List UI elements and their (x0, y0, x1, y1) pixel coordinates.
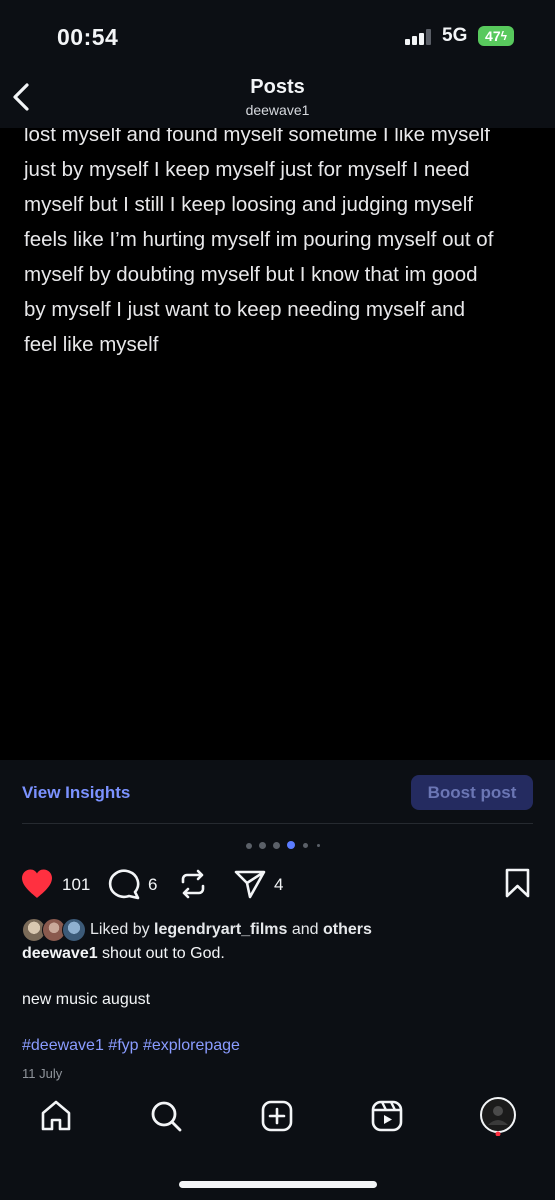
likes-count[interactable]: 101 (62, 875, 90, 895)
caption: deewave1 shout out to God. (22, 945, 225, 963)
liked-by-and: and (287, 921, 324, 938)
signal-icon (405, 29, 431, 45)
network-label: 5G (442, 25, 468, 46)
post-text-line: feel like myself (24, 333, 159, 356)
liked-by-row[interactable]: Liked by legendryart_films and others (22, 917, 542, 943)
nav-create[interactable] (257, 1096, 297, 1136)
insights-bar: View Insights Boost post (0, 760, 555, 824)
status-time: 00:54 (57, 24, 119, 50)
carousel-dot (317, 844, 320, 847)
battery-level: 47 (485, 28, 501, 44)
liked-by-username[interactable]: legendryart_films (154, 921, 287, 938)
caption-text: shout out to God. (97, 945, 225, 962)
post-text-line: just by myself I keep myself just for my… (24, 158, 470, 181)
bookmark-icon[interactable] (504, 868, 531, 898)
reels-icon (371, 1100, 403, 1132)
liked-by-text: Liked by legendryart_films and others (90, 921, 372, 939)
caption-body: new music august (22, 991, 151, 1008)
carousel-indicator (246, 840, 326, 850)
repost-icon[interactable] (177, 868, 209, 900)
posts-header: Posts deewave1 (0, 70, 555, 128)
shares-count[interactable]: 4 (274, 875, 283, 895)
post-actions: 101 6 4 (0, 860, 555, 908)
share-send-icon[interactable] (233, 868, 267, 900)
post-image[interactable]: lost myself and found myself sometime I … (0, 128, 555, 760)
liked-by-prefix: Liked by (90, 921, 155, 938)
nav-reels[interactable] (367, 1096, 407, 1136)
post-date: 11 July (22, 1066, 63, 1081)
nav-home[interactable] (36, 1096, 76, 1136)
comment-icon[interactable] (107, 868, 141, 900)
page-subtitle-username[interactable]: deewave1 (0, 102, 555, 118)
avatar (62, 918, 86, 942)
home-icon (41, 1100, 71, 1131)
carousel-dot (246, 843, 252, 849)
plus-square-icon (261, 1100, 293, 1132)
carousel-dot (303, 843, 308, 848)
nav-search[interactable] (146, 1096, 186, 1136)
post-text-line: by myself I just want to keep needing my… (24, 298, 465, 321)
comments-count[interactable]: 6 (148, 875, 157, 895)
boost-post-button[interactable]: Boost post (411, 775, 533, 810)
nav-profile[interactable] (478, 1096, 518, 1136)
post-text-line: myself but I still I keep loosing and ju… (24, 193, 473, 216)
carousel-dot (259, 842, 266, 849)
search-icon (151, 1101, 182, 1132)
profile-avatar (480, 1097, 516, 1136)
page-title: Posts (250, 76, 305, 98)
liked-by-others[interactable]: others (323, 921, 372, 938)
liker-avatars (22, 917, 88, 943)
view-insights-link[interactable]: View Insights (22, 783, 130, 803)
caption-username[interactable]: deewave1 (22, 945, 98, 962)
carousel-dot (273, 842, 280, 849)
heart-icon[interactable] (20, 868, 54, 899)
post-text: lost myself and found myself sometime I … (24, 128, 544, 362)
post-text-line: myself by doubting myself but I know tha… (24, 263, 478, 286)
hashtags[interactable]: #deewave1 #fyp #explorepage (22, 1037, 240, 1055)
home-indicator (179, 1181, 377, 1188)
carousel-dot-active (287, 841, 295, 849)
divider (22, 823, 533, 824)
post-text-line: lost myself and found myself sometime I … (24, 128, 490, 146)
battery-icon: 47 ϟ (478, 26, 514, 46)
post-text-line: feels like I’m hurting myself im pouring… (24, 228, 494, 251)
status-bar: 00:54 5G 47 ϟ (0, 0, 555, 70)
